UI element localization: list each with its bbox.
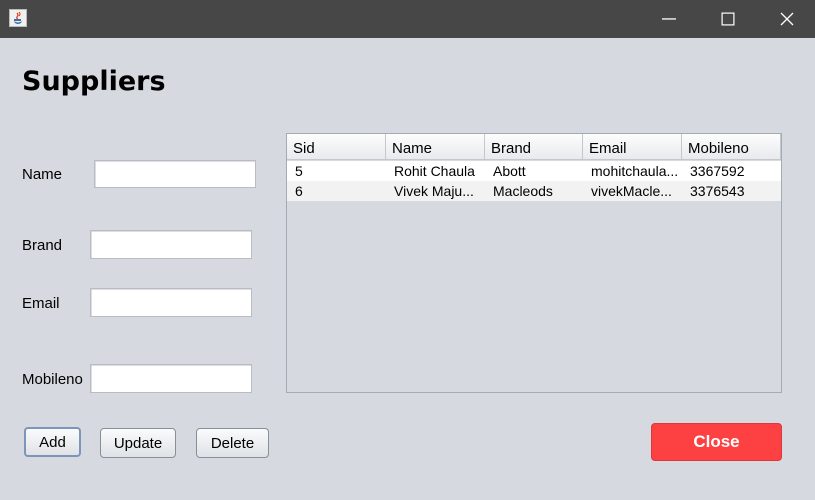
window-close-button[interactable]: [764, 0, 810, 38]
table-header: Sid Name Brand Email Mobileno: [287, 134, 781, 160]
page-title: Suppliers: [22, 66, 166, 97]
cell-name: Rohit Chaula: [394, 163, 475, 179]
close-button[interactable]: Close: [651, 423, 782, 461]
maximize-button[interactable]: [705, 0, 751, 38]
table-body: 5 Rohit Chaula Abott mohitchaula... 3367…: [287, 161, 781, 201]
delete-button[interactable]: Delete: [196, 428, 269, 458]
column-header-sid[interactable]: Sid: [287, 134, 386, 160]
cell-brand: Macleods: [493, 183, 553, 199]
name-label: Name: [22, 166, 63, 183]
cell-sid: 5: [295, 163, 303, 179]
minimize-button[interactable]: [646, 0, 692, 38]
brand-label: Brand: [22, 237, 63, 254]
column-header-brand[interactable]: Brand: [485, 134, 583, 160]
table-row[interactable]: 5 Rohit Chaula Abott mohitchaula... 3367…: [287, 161, 781, 181]
suppliers-table[interactable]: Sid Name Brand Email Mobileno 5 Rohit Ch…: [286, 133, 782, 393]
cell-brand: Abott: [493, 163, 526, 179]
title-bar: [0, 0, 815, 38]
cell-email: mohitchaula...: [591, 163, 679, 179]
brand-field[interactable]: [90, 230, 252, 259]
column-header-name[interactable]: Name: [386, 134, 485, 160]
mobileno-field[interactable]: [90, 364, 252, 393]
table-row[interactable]: 6 Vivek Maju... Macleods vivekMacle... 3…: [287, 181, 781, 201]
email-label: Email: [22, 295, 60, 312]
add-button[interactable]: Add: [24, 427, 81, 457]
update-button[interactable]: Update: [100, 428, 176, 458]
column-header-email[interactable]: Email: [583, 134, 682, 160]
cell-mobileno: 3367592: [690, 163, 745, 179]
cell-sid: 6: [295, 183, 303, 199]
column-header-mobileno[interactable]: Mobileno: [682, 134, 781, 160]
cell-email: vivekMacle...: [591, 183, 672, 199]
mobileno-label: Mobileno: [22, 371, 83, 388]
cell-mobileno: 3376543: [690, 183, 745, 199]
name-field[interactable]: [94, 160, 256, 188]
email-field[interactable]: [90, 288, 252, 317]
maximize-icon: [721, 12, 735, 26]
minimize-icon: [662, 18, 676, 20]
close-icon: [780, 12, 794, 26]
java-app-icon: [9, 9, 27, 27]
cell-name: Vivek Maju...: [394, 183, 474, 199]
